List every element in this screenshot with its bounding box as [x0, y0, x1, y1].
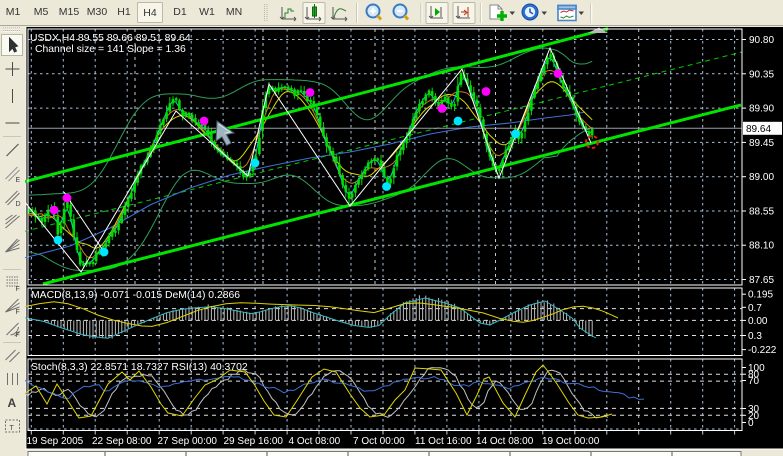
- svg-text:USDX,H4 89.55 89.66 89.51 89.: USDX,H4 89.55 89.66 89.51 89.64: [30, 33, 191, 44]
- svg-text:F: F: [16, 309, 20, 316]
- svg-text:19 Oct 00:00: 19 Oct 00:00: [542, 436, 600, 447]
- svg-text:-0.222: -0.222: [748, 345, 777, 356]
- svg-text:0.00: 0.00: [748, 316, 768, 327]
- svg-text:0.3: 0.3: [748, 331, 762, 342]
- svg-text:F: F: [16, 286, 20, 293]
- svg-text:89.90: 89.90: [749, 104, 774, 115]
- svg-text:90.35: 90.35: [749, 69, 774, 80]
- svg-text:MACD(8,13,9) -0.071 -0.015 De: MACD(8,13,9) -0.071 -0.015 DeM(14) 0.286…: [31, 290, 240, 301]
- svg-text:F: F: [16, 332, 20, 339]
- svg-text:A: A: [8, 396, 17, 410]
- svg-text:Channel size = 141 Slope = 1.3: Channel size = 141 Slope = 1.36: [35, 44, 186, 55]
- svg-text:T: T: [10, 425, 15, 432]
- svg-text:19 Sep 2005: 19 Sep 2005: [27, 436, 84, 447]
- svg-text:11 Oct 16:00: 11 Oct 16:00: [415, 436, 472, 447]
- svg-text:89.64: 89.64: [746, 124, 771, 135]
- svg-text:7 Oct 00:00: 7 Oct 00:00: [353, 436, 405, 447]
- svg-text:Stoch(8,3,3) 22.8571 18.7327: Stoch(8,3,3) 22.8571 18.7327 RSI(13) 40.…: [31, 362, 248, 373]
- svg-text:E: E: [16, 177, 21, 184]
- svg-text:89.00: 89.00: [749, 172, 774, 183]
- svg-text:27 Sep 00:00: 27 Sep 00:00: [158, 436, 218, 447]
- svg-text:87.65: 87.65: [749, 275, 774, 286]
- svg-text:29 Sep 16:00: 29 Sep 16:00: [224, 436, 284, 447]
- svg-text:4 Oct 08:00: 4 Oct 08:00: [289, 436, 341, 447]
- svg-text:88.10: 88.10: [749, 241, 774, 252]
- svg-text:0.195: 0.195: [748, 290, 773, 301]
- svg-text:22 Sep 08:00: 22 Sep 08:00: [92, 436, 152, 447]
- svg-text:0.7: 0.7: [748, 303, 762, 314]
- svg-text:0: 0: [748, 418, 754, 429]
- svg-text:90.80: 90.80: [749, 35, 774, 46]
- svg-text:89.45: 89.45: [749, 138, 774, 149]
- svg-text:88.55: 88.55: [749, 207, 774, 218]
- svg-text:D: D: [16, 201, 21, 208]
- svg-text:14 Oct 08:00: 14 Oct 08:00: [476, 436, 534, 447]
- svg-text:70: 70: [748, 376, 760, 387]
